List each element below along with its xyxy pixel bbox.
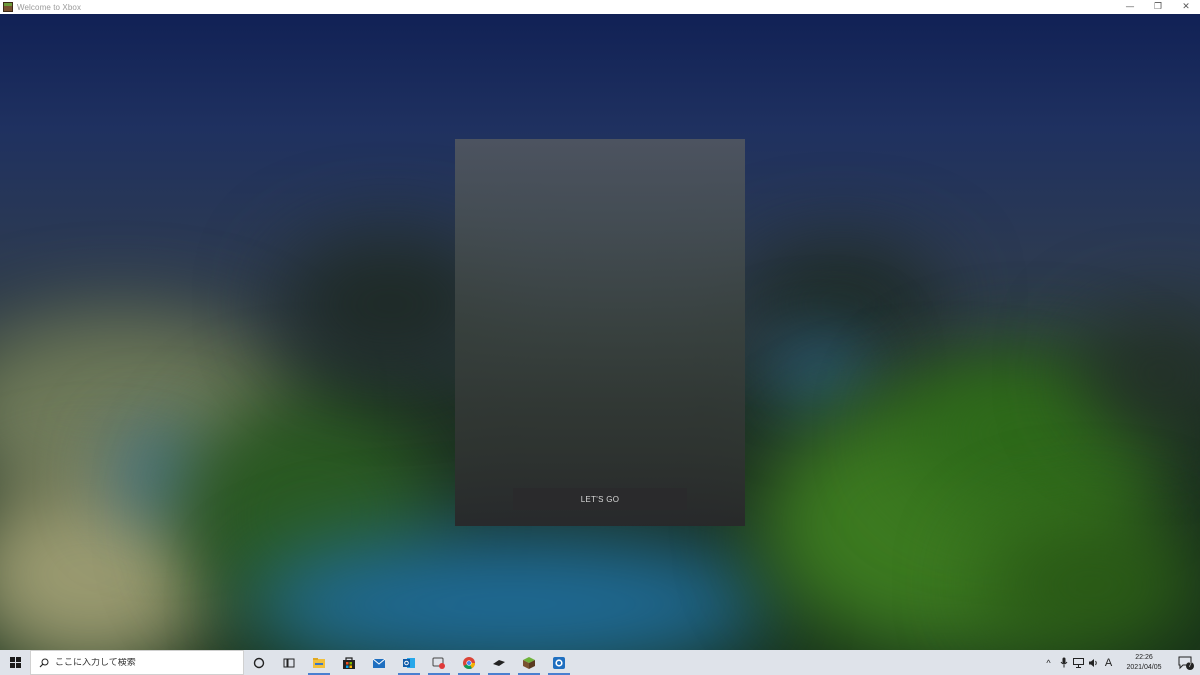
clock-time: 22:26 (1135, 653, 1153, 661)
minecraft-icon (523, 656, 535, 669)
surface-icon (493, 659, 505, 666)
window-titlebar: Welcome to Xbox — ❐ ✕ (0, 0, 1200, 14)
lets-go-button[interactable]: LET'S GO (513, 488, 687, 510)
restore-button[interactable]: ❐ (1144, 0, 1172, 14)
notification-count-badge: 7 (1186, 662, 1194, 670)
search-input[interactable] (55, 657, 225, 668)
window-title: Welcome to Xbox (17, 2, 82, 12)
xbox-app-button[interactable] (544, 650, 574, 675)
background-blob (980, 514, 1200, 650)
mail-icon (372, 658, 386, 668)
ime-indicator[interactable]: A (1101, 650, 1116, 675)
microphone-icon[interactable] (1056, 650, 1071, 675)
action-center-button[interactable]: 7 (1172, 650, 1200, 675)
clock[interactable]: 22:26 2021/04/05 (1120, 653, 1168, 673)
taskbar-search-box[interactable] (30, 650, 244, 675)
game-bar-button[interactable] (424, 650, 454, 675)
background-blob (780, 344, 860, 404)
volume-icon[interactable] (1086, 650, 1101, 675)
minimize-button[interactable]: — (1116, 0, 1144, 14)
system-tray: ^ A 22:26 2021/04/05 7 (1041, 650, 1200, 675)
minecraft-app-icon (3, 2, 13, 12)
cortana-button[interactable] (244, 650, 274, 675)
background-blob (740, 244, 940, 364)
store-button[interactable] (334, 650, 364, 675)
minecraft-button[interactable] (514, 650, 544, 675)
taskbar: ^ A 22:26 2021/04/05 7 (0, 650, 1200, 675)
search-icon (39, 658, 49, 667)
surface-button[interactable] (484, 650, 514, 675)
xbox-app-icon (553, 656, 565, 669)
outlook-button[interactable] (394, 650, 424, 675)
task-view-button[interactable] (274, 650, 304, 675)
mail-button[interactable] (364, 650, 394, 675)
task-view-icon (283, 658, 295, 667)
welcome-dialog: LET'S GO (455, 139, 745, 526)
game-bar-icon (432, 657, 445, 669)
network-icon[interactable] (1071, 650, 1086, 675)
window-controls: — ❐ ✕ (1116, 0, 1200, 14)
start-button[interactable] (0, 650, 30, 675)
chrome-button[interactable] (454, 650, 484, 675)
store-icon (343, 656, 355, 669)
file-explorer-button[interactable] (304, 650, 334, 675)
chrome-icon (463, 656, 475, 669)
clock-date: 2021/04/05 (1126, 663, 1162, 671)
show-hidden-icons-chevron-icon[interactable]: ^ (1041, 650, 1056, 675)
outlook-icon (403, 657, 415, 668)
file-explorer-icon (313, 657, 325, 668)
cortana-icon (253, 657, 265, 668)
close-button[interactable]: ✕ (1172, 0, 1200, 14)
windows-logo-icon (9, 657, 21, 668)
